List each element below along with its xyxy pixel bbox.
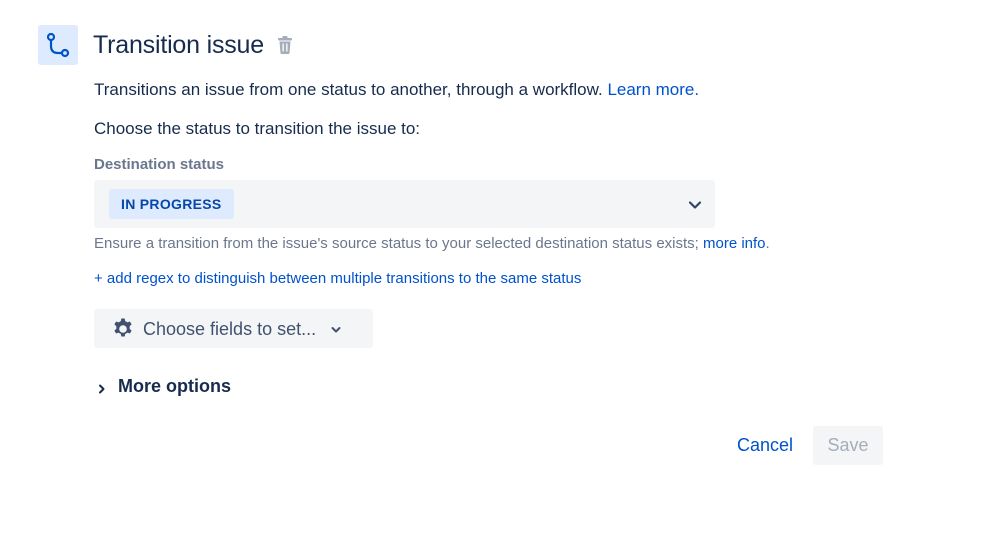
chevron-down-icon	[687, 197, 703, 213]
description-text: Transitions an issue from one status to …	[94, 80, 603, 99]
destination-status-label: Destination status	[94, 156, 225, 173]
cancel-button[interactable]: Cancel	[726, 426, 804, 465]
more-info-link[interactable]: more info	[703, 235, 766, 252]
helper-text: Ensure a transition from the issue's sou…	[94, 235, 770, 252]
destination-status-select[interactable]: IN PROGRESS	[94, 180, 715, 228]
save-button[interactable]: Save	[813, 426, 883, 465]
chevron-down-icon	[330, 323, 342, 335]
add-regex-link[interactable]: + add regex to distinguish between multi…	[94, 270, 581, 288]
page-title: Transition issue	[93, 31, 264, 59]
trash-icon[interactable]	[277, 36, 293, 54]
transition-issue-panel: Transition issue Transitions an issue fr…	[0, 0, 999, 540]
gear-icon	[111, 317, 135, 341]
choose-fields-button[interactable]: Choose fields to set...	[94, 309, 373, 348]
status-lozenge: IN PROGRESS	[109, 189, 234, 219]
more-options-label: More options	[118, 375, 231, 396]
status-prompt: Choose the status to transition the issu…	[94, 119, 421, 138]
description: Transitions an issue from one status to …	[94, 79, 699, 101]
chevron-right-icon	[96, 382, 108, 394]
more-options-toggle[interactable]: More options	[96, 374, 231, 398]
learn-more-link[interactable]: Learn more.	[607, 80, 699, 99]
transition-icon	[38, 25, 78, 65]
choose-fields-label: Choose fields to set...	[143, 318, 317, 339]
